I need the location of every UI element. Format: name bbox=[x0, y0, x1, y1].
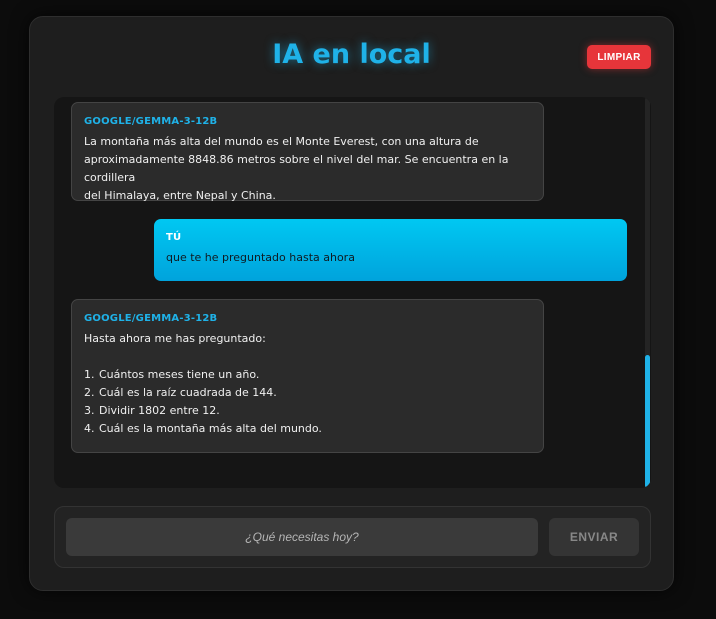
message-input[interactable] bbox=[66, 518, 538, 556]
message-sender: TÚ bbox=[166, 232, 182, 243]
assistant-message: GOOGLE/GEMMA-3-12B Hasta ahora me has pr… bbox=[71, 299, 544, 453]
question-list: 1. Cuántos meses tiene un año. 2. Cuál es … bbox=[84, 366, 531, 438]
message-text: La montaña más alta del mundo es el Mont… bbox=[84, 135, 509, 202]
message-sender: GOOGLE/GEMMA-3-12B bbox=[84, 313, 218, 324]
page-title: IA en local bbox=[272, 39, 431, 70]
send-button[interactable]: ENVIAR bbox=[549, 518, 639, 556]
composer: ENVIAR bbox=[54, 506, 651, 568]
list-item: 4. Cuál es la montaña más alta del mundo. bbox=[84, 422, 322, 435]
message-sender: GOOGLE/GEMMA-3-12B bbox=[84, 116, 218, 127]
message-text: Hasta ahora me has preguntado: bbox=[84, 332, 266, 345]
message-text: que te he preguntado hasta ahora bbox=[166, 251, 355, 264]
clear-button[interactable]: LIMPIAR bbox=[587, 45, 651, 69]
list-item: 3. Dividir 1802 entre 12. bbox=[84, 404, 220, 417]
list-item: 1. Cuántos meses tiene un año. bbox=[84, 368, 260, 381]
chat-history[interactable]: GOOGLE/GEMMA-3-12B La montaña más alta d… bbox=[54, 97, 651, 488]
user-message: TÚ que te he preguntado hasta ahora bbox=[154, 219, 627, 281]
list-item: 2. Cuál es la raíz cuadrada de 144. bbox=[84, 386, 277, 399]
chat-app-window: IA en local LIMPIAR GOOGLE/GEMMA-3-12B L… bbox=[29, 16, 674, 591]
scrollbar-thumb[interactable] bbox=[645, 355, 650, 488]
assistant-message: GOOGLE/GEMMA-3-12B La montaña más alta d… bbox=[71, 102, 544, 202]
